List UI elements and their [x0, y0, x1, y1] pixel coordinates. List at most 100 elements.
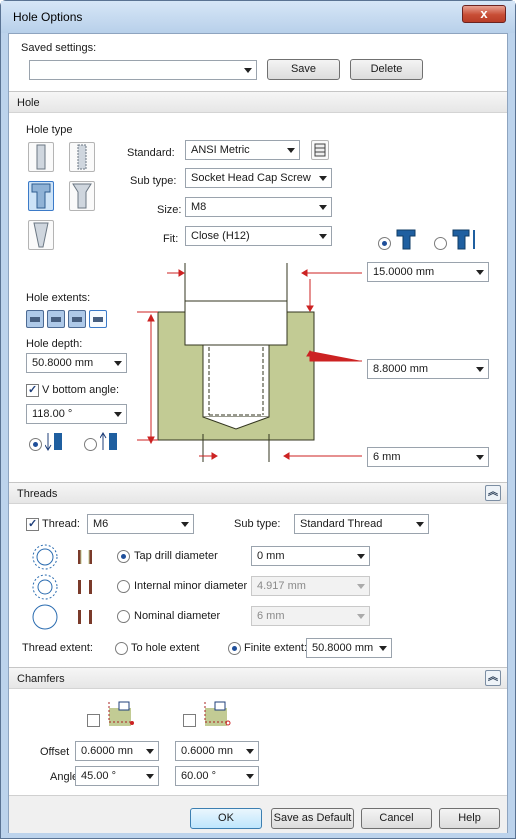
threads-section-header: Threads ︽: [9, 482, 507, 504]
saved-settings-dropdown[interactable]: [29, 60, 257, 80]
hole-direction-up-radio[interactable]: [84, 438, 97, 451]
thread-subtype-value: Standard Thread: [300, 518, 383, 530]
fit-value: Close (H12): [191, 230, 250, 242]
standard-dropdown[interactable]: ANSI Metric: [185, 140, 300, 160]
saved-settings-label: Saved settings:: [21, 42, 97, 54]
counterbore-diameter-field[interactable]: 15.0000 mm: [367, 262, 489, 282]
collapse-threads-icon[interactable]: ︽: [485, 485, 501, 501]
chevron-down-icon: [244, 68, 252, 73]
nominal-diameter-radio[interactable]: [117, 610, 130, 623]
chevron-down-icon: [181, 522, 189, 527]
offset-bottom-field[interactable]: 0.6000 mn: [175, 741, 259, 761]
hole-type-label: Hole type: [26, 124, 73, 136]
nominal-diameter-label: Nominal diameter: [134, 610, 221, 622]
save-as-default-button[interactable]: Save as Default: [271, 808, 354, 829]
chevron-down-icon: [357, 614, 365, 619]
angle-top-field[interactable]: 45.00 °: [75, 766, 159, 786]
thread-subtype-label: Sub type:: [234, 518, 281, 530]
ok-button[interactable]: OK: [190, 808, 262, 829]
thread-dropdown[interactable]: M6: [87, 514, 194, 534]
minor-diameter-field[interactable]: 4.917 mm: [251, 576, 370, 596]
chevron-down-icon: [146, 774, 154, 779]
fit-dropdown[interactable]: Close (H12): [185, 226, 332, 246]
hole-diameter-field[interactable]: 6 mm: [367, 447, 489, 467]
to-hole-extent-radio[interactable]: [115, 642, 128, 655]
offset-top-value: 0.6000 mn: [81, 745, 133, 757]
nominal-diameter-field[interactable]: 6 mm: [251, 606, 370, 626]
thread-extent-label: Thread extent:: [22, 642, 93, 654]
minor-diameter-value: 4.917 mm: [257, 580, 306, 592]
chevron-down-icon: [319, 234, 327, 239]
counterbore-depth-field[interactable]: 8.8000 mm: [367, 359, 489, 379]
save-button[interactable]: Save: [267, 59, 340, 80]
chevron-down-icon: [246, 774, 254, 779]
chevron-down-icon: [476, 455, 484, 460]
head-up-icon: [395, 227, 417, 254]
standard-value: ANSI Metric: [191, 144, 250, 156]
extent-through-next-icon[interactable]: [47, 310, 65, 328]
nominal-diameter-value: 6 mm: [257, 610, 285, 622]
extent-blind-icon[interactable]: [26, 310, 44, 328]
offset-bottom-value: 0.6000 mn: [181, 745, 233, 757]
help-button[interactable]: Help: [439, 808, 500, 829]
dialog-window: Hole Options x Saved settings: Save Dele…: [0, 0, 516, 839]
delete-button[interactable]: Delete: [350, 59, 423, 80]
chamfers-section-title: Chamfers: [17, 673, 65, 685]
dimension-arrows: [147, 269, 362, 460]
hole-direction-down-radio[interactable]: [29, 438, 42, 451]
simple-hole-icon[interactable]: [28, 142, 54, 172]
counterbore-depth-value: 8.8000 mm: [373, 363, 429, 375]
hole-section-header: Hole: [9, 91, 507, 113]
subtype-dropdown[interactable]: Socket Head Cap Screw: [185, 168, 332, 188]
tap-drill-value: 0 mm: [257, 550, 285, 562]
chevron-down-icon: [114, 412, 122, 417]
vbottom-checkbox[interactable]: [26, 383, 39, 397]
collapse-chamfers-icon[interactable]: ︽: [485, 670, 501, 686]
minor-diameter-radio[interactable]: [117, 580, 130, 593]
thread-label: Thread:: [42, 518, 80, 530]
tapered-hole-icon[interactable]: [28, 220, 54, 250]
dialog-body: Saved settings: Save Delete Hole Hole ty…: [8, 33, 508, 833]
head-clearance-radio[interactable]: [378, 237, 391, 250]
tap-drill-field[interactable]: 0 mm: [251, 546, 370, 566]
minor-diameter-label: Internal minor diameter: [134, 580, 248, 592]
finite-extent-radio[interactable]: [228, 642, 241, 655]
chamfer-bottom-checkbox[interactable]: [183, 714, 196, 727]
counterbore-hole-icon[interactable]: [28, 181, 54, 211]
tap-drill-label: Tap drill diameter: [134, 550, 218, 562]
vbottom-angle-field[interactable]: 118.00 °: [26, 404, 127, 424]
chevron-down-icon: [357, 584, 365, 589]
extent-through-all-icon[interactable]: [68, 310, 86, 328]
angle-top-value: 45.00 °: [81, 770, 116, 782]
tap-drill-thread-icon: [75, 548, 95, 569]
hole-depth-value: 50.8000 mm: [32, 357, 94, 369]
cancel-button[interactable]: Cancel: [361, 808, 432, 829]
chevron-down-icon: [476, 270, 484, 275]
thread-checkbox[interactable]: [26, 517, 39, 531]
chamfer-bottom-icon: [201, 698, 233, 731]
extent-to-face-icon[interactable]: [89, 310, 107, 328]
size-value: M8: [191, 201, 207, 213]
chamfer-top-checkbox[interactable]: [87, 714, 100, 727]
subtype-value: Socket Head Cap Screw: [191, 172, 311, 184]
title-bar: Hole Options x: [1, 1, 515, 33]
threaded-hole-icon[interactable]: [69, 142, 95, 172]
tap-drill-circle-icon: [31, 543, 59, 574]
offset-label: Offset: [40, 746, 70, 758]
angle-bottom-field[interactable]: 60.00 °: [175, 766, 259, 786]
vbottom-label: V bottom angle:: [42, 384, 120, 396]
minor-diameter-thread-icon: [75, 578, 95, 599]
head-offset-radio[interactable]: [434, 237, 447, 250]
chamfers-section-header: Chamfers ︽: [9, 667, 507, 689]
chevron-down-icon: [319, 176, 327, 181]
finite-extent-field[interactable]: 50.8000 mm: [306, 638, 392, 658]
size-dropdown[interactable]: M8: [185, 197, 332, 217]
hole-depth-field[interactable]: 50.8000 mm: [26, 353, 127, 373]
offset-top-field[interactable]: 0.6000 mn: [75, 741, 159, 761]
table-icon[interactable]: [311, 140, 329, 160]
fit-label: Fit:: [163, 233, 179, 245]
thread-subtype-dropdown[interactable]: Standard Thread: [294, 514, 429, 534]
close-button[interactable]: x: [462, 5, 506, 23]
tap-drill-radio[interactable]: [117, 550, 130, 563]
countersink-hole-icon[interactable]: [69, 181, 95, 211]
